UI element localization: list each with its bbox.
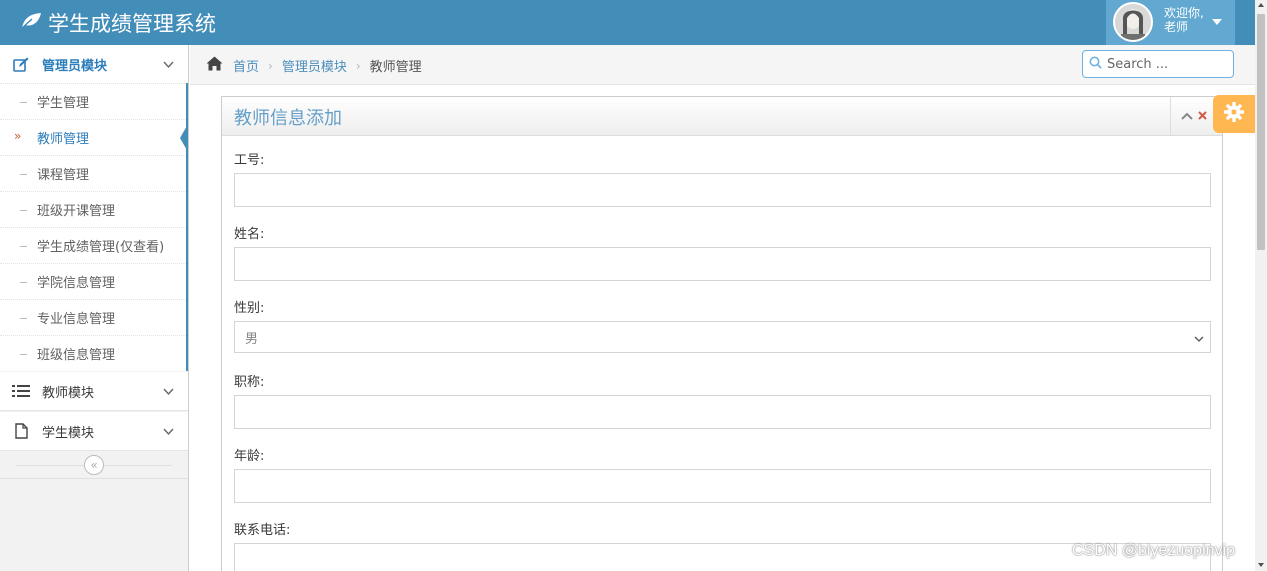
age-input[interactable]: [234, 469, 1211, 503]
scrollbar-thumb[interactable]: [1257, 14, 1265, 250]
home-icon: [206, 56, 233, 75]
teacher-id-input[interactable]: [234, 173, 1211, 207]
sidebar-group-teacher[interactable]: 教师模块: [0, 372, 188, 411]
sidebar-item-label: 班级信息管理: [37, 348, 116, 363]
scroll-up-icon[interactable]: [1258, 3, 1264, 7]
caret-down-icon: [1212, 19, 1222, 25]
close-icon[interactable]: [1198, 109, 1207, 124]
form-group-phone: 联系电话:: [234, 519, 1212, 571]
sidebar-group-student[interactable]: 学生模块: [0, 412, 188, 451]
sidebar-group-label: 教师模块: [42, 385, 95, 401]
search-icon: [1089, 56, 1102, 73]
user-greeting: 欢迎你,: [1164, 6, 1204, 20]
chevron-down-icon: [163, 58, 174, 73]
chevron-down-icon: [163, 385, 174, 400]
tree-dash: [20, 282, 27, 283]
watermark: CSDN @biyezuopinvip: [1072, 542, 1235, 559]
sidebar: 管理员模块 学生管理 » 教师管理 课程管理 班级开课管理 学生成绩管理(仅查看…: [0, 45, 189, 571]
job-title-input[interactable]: [234, 395, 1211, 429]
breadcrumb-current: 教师管理: [369, 60, 422, 75]
sidebar-item-teacher-mgmt[interactable]: » 教师管理: [0, 119, 188, 155]
widget-title: 教师信息添加: [234, 108, 342, 129]
tree-dash: [20, 174, 27, 175]
field-label: 工号:: [234, 153, 265, 168]
sidebar-item-grade-view[interactable]: 学生成绩管理(仅查看): [0, 227, 186, 263]
sidebar-collapse-button[interactable]: «: [84, 455, 104, 475]
field-label: 年龄:: [234, 449, 265, 464]
user-info: 欢迎你, 老师: [1164, 6, 1204, 34]
sidebar-item-college-mgmt[interactable]: 学院信息管理: [0, 263, 186, 299]
sidebar-item-label: 班级开课管理: [37, 204, 116, 219]
brand[interactable]: 学生成绩管理系统: [20, 8, 216, 38]
file-icon: [0, 423, 42, 439]
sidebar-item-class-mgmt[interactable]: 班级信息管理: [0, 335, 186, 371]
breadcrumb-home[interactable]: 首页: [233, 56, 259, 75]
gender-select[interactable]: 男: [234, 321, 1211, 353]
breadcrumb-bar: 首页 › 管理员模块 › 教师管理: [190, 45, 1255, 85]
teacher-form: 工号: 姓名: 性别: 男 职称: 年龄: 联系电话:: [234, 149, 1212, 571]
field-label: 姓名:: [234, 227, 265, 242]
sidebar-item-label: 课程管理: [37, 168, 90, 183]
sidebar-item-student-mgmt[interactable]: 学生管理: [0, 83, 186, 119]
form-group-gender: 性别: 男: [234, 297, 1212, 371]
form-group-name: 姓名:: [234, 223, 1212, 297]
tree-dash: [20, 354, 27, 355]
breadcrumb-separator: ›: [268, 58, 273, 73]
sidebar-group-label: 学生模块: [42, 425, 95, 441]
scroll-down-icon[interactable]: [1258, 563, 1264, 567]
sidebar-item-label: 专业信息管理: [37, 312, 116, 327]
app-title: 学生成绩管理系统: [48, 12, 216, 36]
sidebar-item-label: 学生成绩管理(仅查看): [37, 240, 165, 255]
search-box[interactable]: [1082, 50, 1234, 78]
sidebar-group-label: 管理员模块: [42, 58, 108, 74]
active-pointer: [180, 124, 188, 152]
form-group-title: 职称:: [234, 371, 1212, 445]
list-icon: [0, 384, 42, 398]
double-angle-right-icon: »: [14, 129, 22, 143]
top-navbar: 学生成绩管理系统 欢迎你, 老师: [0, 0, 1255, 45]
sidebar-group-admin[interactable]: 管理员模块: [0, 45, 188, 84]
user-name: 老师: [1164, 20, 1189, 34]
pencil-square-icon: [0, 57, 42, 72]
gender-selected-value: 男: [245, 331, 259, 347]
field-label: 性别:: [234, 301, 265, 316]
breadcrumb: 首页 › 管理员模块 › 教师管理: [206, 56, 422, 75]
field-label: 职称:: [234, 375, 265, 390]
settings-button[interactable]: [1213, 95, 1255, 133]
form-group-age: 年龄:: [234, 445, 1212, 519]
tree-dash: [20, 102, 27, 103]
sidebar-item-major-mgmt[interactable]: 专业信息管理: [0, 299, 186, 335]
teacher-add-widget: 教师信息添加 工号: 姓名: 性别: 男 职称: 年龄: 联系电话:: [221, 96, 1223, 571]
sidebar-item-label: 学院信息管理: [37, 276, 116, 291]
gear-icon: [1223, 101, 1245, 127]
breadcrumb-separator: ›: [355, 58, 361, 73]
teacher-name-input[interactable]: [234, 247, 1211, 281]
chevron-up-icon[interactable]: [1181, 109, 1193, 124]
avatar: [1113, 2, 1153, 42]
sidebar-item-label: 教师管理: [37, 132, 90, 147]
sidebar-collapse-bar: «: [0, 451, 188, 479]
phone-input[interactable]: [234, 543, 1211, 571]
tree-dash: [20, 318, 27, 319]
chevron-down-icon: [1194, 332, 1204, 347]
search-input[interactable]: [1107, 56, 1225, 72]
field-label: 联系电话:: [234, 523, 291, 538]
leaf-icon: [20, 11, 48, 35]
form-group-id: 工号:: [234, 149, 1212, 223]
sidebar-item-course-mgmt[interactable]: 课程管理: [0, 155, 186, 191]
widget-header: 教师信息添加: [222, 97, 1222, 136]
sidebar-item-label: 学生管理: [37, 96, 90, 111]
user-menu[interactable]: 欢迎你, 老师: [1106, 0, 1235, 45]
sidebar-submenu-admin: 学生管理 » 教师管理 课程管理 班级开课管理 学生成绩管理(仅查看) 学院信息…: [0, 83, 188, 371]
breadcrumb-section[interactable]: 管理员模块: [282, 56, 347, 75]
chevron-down-icon: [163, 425, 174, 440]
page-scrollbar[interactable]: [1255, 0, 1267, 571]
tree-dash: [20, 246, 27, 247]
tree-dash: [20, 210, 27, 211]
sidebar-item-class-course-mgmt[interactable]: 班级开课管理: [0, 191, 186, 227]
